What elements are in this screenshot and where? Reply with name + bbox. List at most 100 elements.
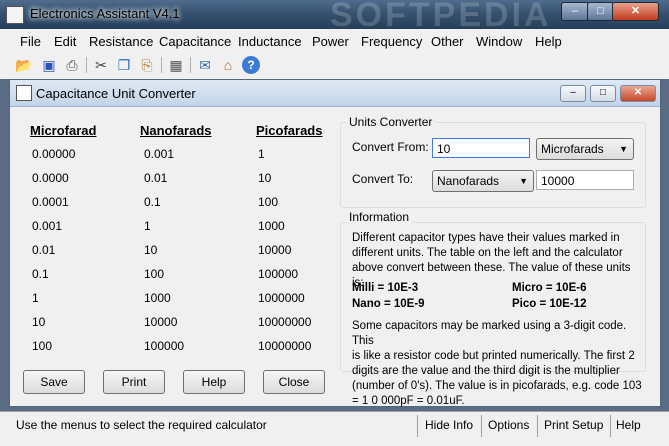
- menu-frequency[interactable]: Frequency: [361, 34, 422, 49]
- table-cell: 10000000: [258, 339, 312, 353]
- paste-icon[interactable]: ⎘: [138, 56, 156, 74]
- child-minimize-button[interactable]: –: [560, 85, 586, 102]
- table-cell: 1: [144, 219, 151, 233]
- menu-capacitance[interactable]: Capacitance: [159, 34, 231, 49]
- chevron-down-icon: ▼: [619, 144, 628, 154]
- window-title: Electronics Assistant V4.1: [30, 6, 180, 21]
- menu-window[interactable]: Window: [476, 34, 522, 49]
- from-unit-select[interactable]: Microfarads ▼: [536, 138, 634, 160]
- save-icon[interactable]: ▣: [40, 56, 58, 74]
- table-cell: 0.001: [32, 219, 63, 233]
- menu-power[interactable]: Power: [312, 34, 349, 49]
- info-line: is like a resistor code but printed nume…: [352, 350, 635, 362]
- chevron-down-icon: ▼: [519, 176, 528, 186]
- table-cell: 10: [144, 243, 158, 257]
- print-icon[interactable]: ⎙: [63, 56, 81, 74]
- units-converter-title: Units Converter: [346, 115, 436, 129]
- table-cell: 0.01: [32, 243, 56, 257]
- copy-icon[interactable]: ❐: [115, 56, 133, 74]
- info-line: = 1 0 000pF = 0.01uF.: [352, 395, 465, 407]
- convert-from-label: Convert From:: [352, 140, 429, 154]
- table-cell: 10: [258, 171, 272, 185]
- toolbar-separator: [86, 57, 87, 73]
- table-cell: 100000: [144, 339, 185, 353]
- to-unit-value: Nanofarads: [437, 174, 500, 188]
- status-separator: [537, 415, 538, 437]
- status-separator: [610, 415, 611, 437]
- menu-resistance[interactable]: Resistance: [89, 34, 153, 49]
- column-header-nanofarads: Nanofarads: [140, 123, 212, 138]
- info-line: digits are the value and the third digit…: [352, 365, 620, 377]
- child-title-bar: Capacitance Unit Converter – □ ✕: [10, 80, 660, 107]
- help-icon[interactable]: ?: [242, 56, 260, 74]
- pico-value: Pico = 10E-12: [512, 298, 587, 310]
- table-cell: 1: [258, 147, 265, 161]
- table-cell: 0.1: [144, 195, 161, 209]
- menu-bar: File Edit Resistance Capacitance Inducta…: [0, 29, 669, 54]
- save-button[interactable]: Save: [23, 370, 85, 394]
- menu-file[interactable]: File: [20, 34, 41, 49]
- info-line: different units. The table on the left a…: [352, 247, 623, 259]
- table-cell: 100: [258, 195, 279, 209]
- cut-icon[interactable]: ✂: [92, 56, 110, 74]
- maximize-button[interactable]: □: [587, 2, 614, 21]
- child-window-title: Capacitance Unit Converter: [36, 86, 196, 101]
- table-cell: 0.0001: [32, 195, 69, 209]
- table-cell: 1000: [258, 219, 285, 233]
- convert-from-input[interactable]: 10: [432, 138, 530, 158]
- print-setup-button[interactable]: Print Setup: [544, 418, 603, 432]
- menu-help[interactable]: Help: [535, 34, 562, 49]
- menu-edit[interactable]: Edit: [54, 34, 76, 49]
- capacitance-converter-window: Capacitance Unit Converter – □ ✕ Microfa…: [9, 79, 661, 407]
- calculator-icon[interactable]: ▦: [167, 56, 185, 74]
- menu-other[interactable]: Other: [431, 34, 464, 49]
- table-cell: 0.01: [144, 171, 168, 185]
- information-title: Information: [346, 210, 413, 224]
- table-cell: 1000000: [258, 291, 305, 305]
- info-line: Different capacitor types have their val…: [352, 232, 620, 244]
- table-cell: 10: [32, 315, 46, 329]
- table-cell: 0.1: [32, 267, 49, 281]
- open-folder-icon[interactable]: 📂: [15, 56, 33, 74]
- micro-value: Micro = 10E-6: [512, 282, 587, 294]
- child-close-button[interactable]: ✕: [620, 85, 656, 102]
- help-button[interactable]: Help: [183, 370, 245, 394]
- information-paragraph-2: Some capacitors may be marked using a 3-…: [352, 319, 642, 409]
- milli-value: Milli = 10E-3: [352, 282, 419, 294]
- table-cell: 10000000: [258, 315, 312, 329]
- table-cell: 10000: [144, 315, 178, 329]
- toolbar-separator: [190, 57, 191, 73]
- status-message: Use the menus to select the required cal…: [16, 418, 267, 432]
- menu-inductance[interactable]: Inductance: [238, 34, 302, 49]
- info-line: Some capacitors may be marked using a 3-…: [352, 320, 627, 347]
- table-cell: 100: [144, 267, 165, 281]
- child-window-icon: [16, 85, 32, 101]
- status-help-button[interactable]: Help: [616, 418, 641, 432]
- table-cell: 1: [32, 291, 39, 305]
- print-button[interactable]: Print: [103, 370, 165, 394]
- close-button[interactable]: ✕: [612, 2, 659, 21]
- column-header-microfarad: Microfarad: [30, 123, 97, 138]
- table-cell: 0.0000: [32, 171, 69, 185]
- child-maximize-button[interactable]: □: [590, 85, 616, 102]
- close-dialog-button[interactable]: Close: [263, 370, 325, 394]
- units-converter-group: [340, 122, 646, 208]
- table-cell: 1000: [144, 291, 171, 305]
- hide-info-button[interactable]: Hide Info: [425, 418, 473, 432]
- table-cell: 10000: [258, 243, 292, 257]
- to-unit-select[interactable]: Nanofarads ▼: [432, 170, 534, 192]
- toolbar-separator: [161, 57, 162, 73]
- status-separator: [481, 415, 482, 437]
- minimize-button[interactable]: –: [561, 2, 589, 21]
- table-cell: 100: [32, 339, 53, 353]
- home-icon[interactable]: ⌂: [219, 56, 237, 74]
- table-cell: 0.00000: [32, 147, 76, 161]
- status-separator: [417, 415, 418, 437]
- options-button[interactable]: Options: [488, 418, 529, 432]
- app-icon: [6, 6, 24, 24]
- table-cell: 100000: [258, 267, 299, 281]
- column-header-picofarads: Picofarads: [256, 123, 323, 138]
- status-bar: Use the menus to select the required cal…: [0, 411, 669, 446]
- email-icon[interactable]: ✉: [196, 56, 214, 74]
- convert-result-field: 10000: [536, 170, 634, 190]
